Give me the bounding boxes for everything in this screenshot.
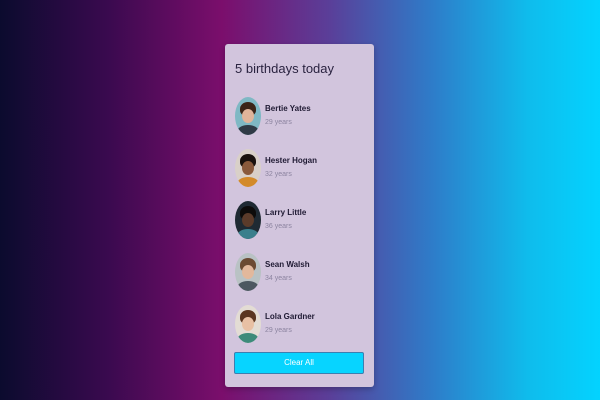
list-item: Larry Little 36 years [235,194,364,246]
person-name: Hester Hogan [265,156,318,165]
person-age: 36 years [265,223,292,230]
person-age: 29 years [265,119,292,126]
person-name: Larry Little [265,208,307,217]
list-item: Bertie Yates 29 years [235,90,364,142]
avatar [235,201,261,239]
person-name: Bertie Yates [265,104,311,113]
birthday-list: Bertie Yates 29 years Hester Hogan 32 ye… [235,90,364,350]
avatar [235,253,261,291]
person-name: Lola Gardner [265,312,315,321]
card-title: 5 birthdays today [235,61,335,76]
avatar [235,305,261,343]
avatar [235,149,261,187]
person-age: 34 years [265,275,292,282]
person-age: 32 years [265,171,292,178]
person-name: Sean Walsh [265,260,310,269]
birthday-card: 5 birthdays today Bertie Yates 29 years … [225,44,374,387]
list-item: Sean Walsh 34 years [235,246,364,298]
clear-all-button[interactable]: Clear All [234,352,364,374]
list-item: Hester Hogan 32 years [235,142,364,194]
list-item: Lola Gardner 29 years [235,298,364,350]
avatar [235,97,261,135]
person-age: 29 years [265,327,292,334]
